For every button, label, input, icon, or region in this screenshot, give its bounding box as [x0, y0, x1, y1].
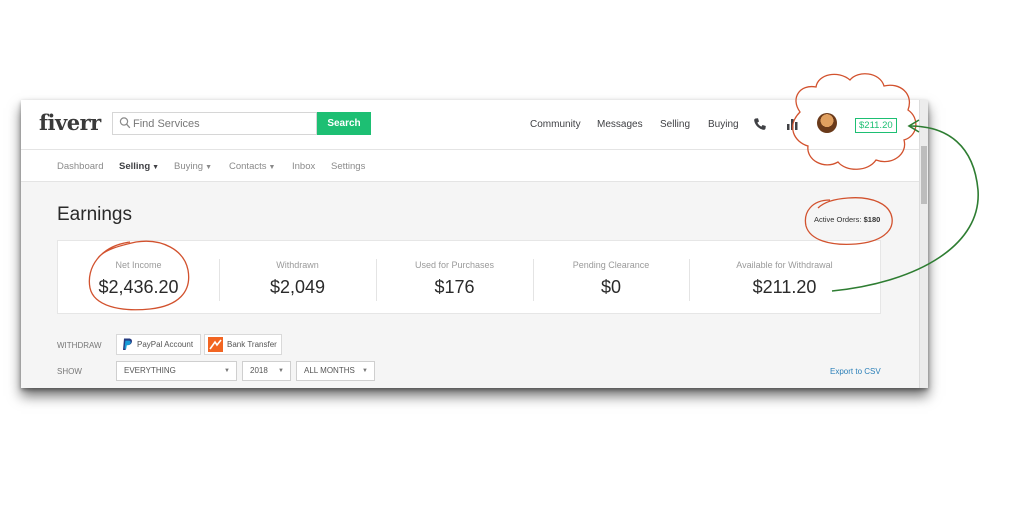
withdraw-label: WITHDRAW	[57, 341, 102, 350]
active-orders: Active Orders: $180	[814, 215, 880, 224]
subnav-inbox[interactable]: Inbox	[292, 161, 315, 172]
months-select-value: ALL MONTHS	[304, 366, 355, 375]
active-orders-label: Active Orders:	[814, 215, 862, 224]
stat-value: $2,436.20	[98, 277, 179, 297]
top-header: fiverr Search Community Messages Selling…	[21, 100, 928, 150]
avatar[interactable]	[817, 113, 837, 133]
paypal-account-label: PayPal Account	[137, 340, 194, 349]
months-select[interactable]: ALL MONTHS ▼	[296, 361, 375, 381]
stats-icon[interactable]	[786, 117, 800, 131]
phone-icon[interactable]	[753, 117, 767, 131]
chevron-down-icon: ▼	[224, 368, 230, 374]
nav-community[interactable]: Community	[530, 119, 581, 130]
stat-withdrawn: Withdrawn $2,049	[219, 241, 376, 315]
stat-pending-clearance: Pending Clearance $0	[533, 241, 689, 315]
paypal-icon	[123, 338, 132, 350]
stat-value: $211.20	[752, 277, 817, 297]
stat-label: Available for Withdrawal	[736, 260, 833, 270]
nav-messages[interactable]: Messages	[597, 119, 643, 130]
stat-value: $0	[600, 277, 622, 297]
type-select[interactable]: EVERYTHING ▼	[116, 361, 237, 381]
subnav-contacts[interactable]: Contacts ▼	[229, 161, 275, 172]
fiverr-logo[interactable]: fiverr	[39, 110, 101, 135]
bank-transfer-icon	[208, 337, 223, 352]
balance-badge[interactable]: $211.20	[855, 118, 897, 133]
active-orders-value: $180	[863, 215, 881, 224]
scrollbar-thumb[interactable]	[921, 146, 927, 204]
sub-navigation: Dashboard Selling ▼ Buying ▼ Contacts ▼ Inb…	[21, 150, 928, 182]
export-csv-link[interactable]: Export to CSV	[830, 367, 881, 376]
chevron-down-icon: ▼	[362, 368, 368, 374]
stat-used-for-purchases: Used for Purchases $176	[376, 241, 533, 315]
chevron-down-icon: ▼	[268, 164, 276, 171]
bank-transfer-button[interactable]: Bank Transfer	[204, 334, 282, 355]
search-box[interactable]	[112, 112, 317, 135]
stat-net-income: Net Income $2,436.20	[58, 241, 219, 315]
search-input[interactable]	[133, 114, 313, 133]
subnav-buying[interactable]: Buying ▼	[174, 161, 212, 172]
subnav-dashboard[interactable]: Dashboard	[57, 161, 103, 172]
subnav-buying-label: Buying	[174, 161, 204, 172]
scrollbar[interactable]	[919, 100, 928, 388]
stat-value: $2,049	[269, 277, 326, 297]
paypal-account-button[interactable]: PayPal Account	[116, 334, 201, 355]
search-button[interactable]: Search	[317, 112, 371, 135]
subnav-selling[interactable]: Selling ▼	[119, 161, 159, 172]
browser-window: fiverr Search Community Messages Selling…	[21, 100, 928, 388]
year-select[interactable]: 2018 ▼	[242, 361, 291, 381]
year-select-value: 2018	[250, 366, 268, 375]
stat-available-for-withdrawal: Available for Withdrawal $211.20	[689, 241, 880, 315]
bank-transfer-label: Bank Transfer	[227, 340, 277, 349]
chevron-down-icon: ▼	[205, 164, 212, 171]
search-icon	[119, 117, 131, 129]
stat-label: Pending Clearance	[572, 260, 650, 270]
stat-label: Withdrawn	[276, 260, 319, 270]
nav-buying[interactable]: Buying	[708, 119, 739, 130]
show-label: SHOW	[57, 367, 82, 376]
nav-selling[interactable]: Selling	[660, 119, 690, 130]
subnav-settings[interactable]: Settings	[331, 161, 365, 172]
chevron-down-icon: ▼	[278, 368, 284, 374]
type-select-value: EVERYTHING	[124, 366, 176, 375]
page-title: Earnings	[57, 204, 132, 225]
subnav-selling-label: Selling	[119, 161, 151, 172]
stat-label: Used for Purchases	[414, 260, 495, 270]
stat-value: $176	[434, 277, 475, 297]
earnings-summary: Net Income $2,436.20 Withdrawn $2,049 Us…	[57, 240, 881, 314]
stat-label: Net Income	[115, 260, 162, 270]
chevron-down-icon: ▼	[152, 164, 160, 171]
subnav-contacts-label: Contacts	[229, 161, 267, 172]
